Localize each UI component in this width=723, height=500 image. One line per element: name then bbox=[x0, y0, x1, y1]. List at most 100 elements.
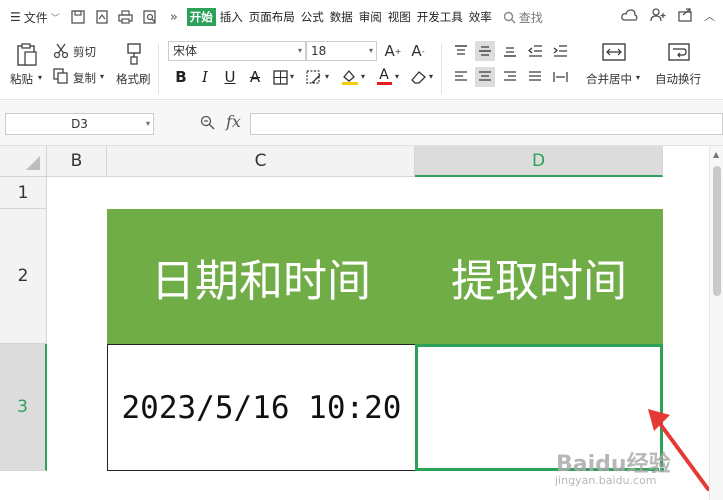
decrease-indent-icon[interactable] bbox=[525, 41, 545, 61]
cloud-sync-icon[interactable] bbox=[621, 8, 638, 25]
print-preview-icon[interactable] bbox=[141, 8, 159, 26]
paste-icon[interactable] bbox=[14, 42, 40, 68]
row-header-2[interactable]: 2 bbox=[0, 209, 47, 344]
font-name-value: 宋体 bbox=[173, 44, 198, 58]
chevron-down-icon: ▾ bbox=[361, 72, 366, 81]
chevron-down-icon: ▾ bbox=[38, 73, 43, 82]
search-box[interactable]: 查找 bbox=[503, 9, 543, 26]
row-header-1[interactable]: 1 bbox=[0, 177, 47, 209]
wrap-text-label[interactable]: 自动换行 bbox=[655, 71, 701, 87]
chevron-down-icon: ﹀ bbox=[50, 13, 60, 24]
collaborate-icon[interactable] bbox=[650, 8, 666, 25]
search-icon bbox=[503, 11, 516, 24]
cell-d2[interactable]: 提取时间 bbox=[415, 209, 663, 344]
more-icon[interactable]: » bbox=[165, 8, 183, 26]
hamburger-icon: ☰ bbox=[10, 10, 21, 24]
font-color-swatch bbox=[376, 82, 392, 85]
chevron-down-icon: ▾ bbox=[325, 72, 330, 81]
tab-home[interactable]: 开始 bbox=[186, 8, 216, 26]
merge-center-label[interactable]: 合并居中 bbox=[586, 71, 632, 87]
align-center-icon[interactable] bbox=[475, 67, 495, 87]
fill-pattern-icon[interactable] bbox=[305, 67, 323, 87]
menu-bar: ☰ 文件 ﹀ » 开始 插入 页面布局 公式 数据 审阅 视图 开发工具 效率 … bbox=[0, 0, 723, 34]
scroll-up-icon[interactable]: ▲ bbox=[713, 150, 719, 159]
chevron-down-icon: ▾ bbox=[297, 46, 302, 55]
chevron-down-icon: ▾ bbox=[636, 73, 641, 82]
tab-efficiency[interactable]: 效率 bbox=[467, 8, 494, 26]
font-size-select[interactable]: 18 ▾ bbox=[306, 41, 377, 61]
increase-indent-icon[interactable] bbox=[550, 41, 570, 61]
justify-icon[interactable] bbox=[525, 67, 545, 87]
underline-button[interactable]: U bbox=[221, 67, 239, 87]
copy-icon[interactable] bbox=[52, 67, 70, 85]
font-size-value: 18 bbox=[311, 44, 327, 58]
save-icon[interactable] bbox=[69, 8, 87, 26]
borders-icon[interactable] bbox=[271, 67, 289, 87]
chevron-down-icon: ▾ bbox=[100, 72, 105, 81]
wrap-text-icon[interactable] bbox=[666, 42, 692, 62]
align-top-icon[interactable] bbox=[451, 41, 471, 61]
chevron-down-icon: ▾ bbox=[145, 119, 150, 128]
ribbon: ☰ 文件 ﹀ » 开始 插入 页面布局 公式 数据 审阅 视图 开发工具 效率 … bbox=[0, 0, 723, 100]
cell-c2[interactable]: 日期和时间 bbox=[107, 209, 415, 344]
tab-formulas[interactable]: 公式 bbox=[299, 8, 326, 26]
name-box-value: D3 bbox=[71, 117, 88, 131]
format-painter-icon[interactable] bbox=[123, 42, 145, 66]
cut-button-label[interactable]: 剪切 bbox=[73, 44, 96, 60]
ribbon-separator bbox=[158, 44, 159, 94]
align-bottom-icon[interactable] bbox=[500, 41, 520, 61]
chevron-down-icon: ▾ bbox=[368, 46, 373, 55]
column-header-c[interactable]: C bbox=[107, 146, 415, 177]
tab-page-layout[interactable]: 页面布局 bbox=[247, 8, 297, 26]
decrease-font-icon[interactable]: A- bbox=[408, 41, 428, 61]
italic-button[interactable]: I bbox=[196, 67, 214, 87]
chevron-down-icon: ▾ bbox=[429, 72, 434, 81]
search-label: 查找 bbox=[518, 10, 543, 25]
tab-review[interactable]: 审阅 bbox=[357, 8, 384, 26]
font-color-glyph: A bbox=[379, 67, 389, 83]
select-all-triangle-icon bbox=[26, 156, 40, 170]
increase-font-icon[interactable]: A + bbox=[383, 41, 403, 61]
scissors-icon[interactable] bbox=[52, 42, 70, 60]
file-menu-label: 文件 bbox=[23, 10, 48, 25]
eraser-icon[interactable] bbox=[410, 67, 428, 87]
watermark-url: jingyan.baidu.com bbox=[555, 474, 657, 487]
formula-input[interactable] bbox=[250, 113, 723, 135]
column-header-d[interactable]: D bbox=[415, 146, 663, 177]
chevron-down-icon: ▾ bbox=[395, 72, 400, 81]
align-middle-icon[interactable] bbox=[475, 41, 495, 61]
strikethrough-button[interactable]: A bbox=[246, 67, 264, 87]
tab-developer[interactable]: 开发工具 bbox=[415, 8, 465, 26]
chevron-down-icon: ▾ bbox=[290, 72, 295, 81]
vertical-scrollbar[interactable]: ▲ bbox=[709, 146, 723, 500]
align-right-icon[interactable] bbox=[500, 67, 520, 87]
column-header-b[interactable]: B bbox=[47, 146, 107, 177]
tab-insert[interactable]: 插入 bbox=[218, 8, 245, 26]
share-icon[interactable] bbox=[678, 8, 692, 25]
bold-button[interactable]: B bbox=[172, 67, 190, 87]
select-all-corner[interactable] bbox=[0, 146, 47, 177]
formula-bar: D3 ▾ fx bbox=[0, 101, 723, 146]
align-left-icon[interactable] bbox=[451, 67, 471, 87]
row-header-3[interactable]: 3 bbox=[0, 344, 47, 471]
export-pdf-icon[interactable] bbox=[93, 8, 111, 26]
name-box[interactable]: D3 ▾ bbox=[5, 113, 154, 135]
format-painter-label[interactable]: 格式刷 bbox=[116, 71, 151, 87]
zoom-icon[interactable] bbox=[200, 115, 215, 134]
function-icon[interactable]: fx bbox=[226, 112, 241, 131]
paste-button-label[interactable]: 粘贴 bbox=[10, 71, 33, 87]
merge-center-icon[interactable] bbox=[601, 42, 627, 62]
distributed-align-icon[interactable] bbox=[550, 67, 570, 87]
cell-c3[interactable]: 2023/5/16 10:20 bbox=[107, 344, 416, 471]
font-color-button[interactable]: A bbox=[375, 67, 393, 87]
file-menu[interactable]: ☰ 文件 ﹀ bbox=[0, 9, 66, 26]
tab-data[interactable]: 数据 bbox=[328, 8, 355, 26]
copy-button-label[interactable]: 复制 bbox=[73, 70, 96, 86]
font-name-select[interactable]: 宋体 ▾ bbox=[168, 41, 306, 61]
scrollbar-thumb[interactable] bbox=[713, 166, 721, 296]
tab-view[interactable]: 视图 bbox=[386, 8, 413, 26]
print-icon[interactable] bbox=[117, 8, 135, 26]
fill-color-icon[interactable] bbox=[340, 67, 360, 87]
chevron-up-icon[interactable]: ︿ bbox=[704, 8, 715, 25]
ribbon-separator bbox=[441, 44, 442, 94]
